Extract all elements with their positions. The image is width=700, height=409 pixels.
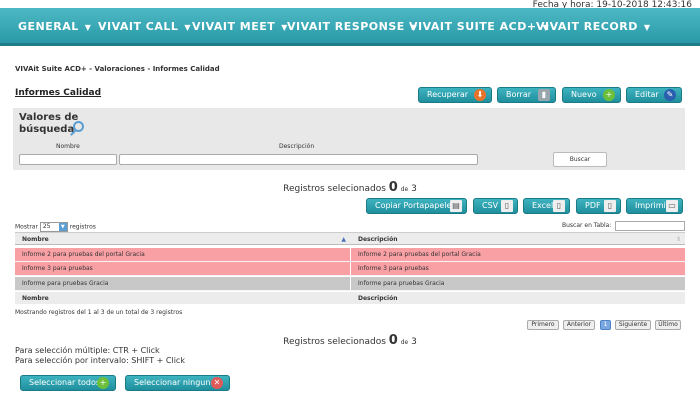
search-panel: Valores de búsqueda Nombre Descripción B… [13,108,685,170]
pagination-last[interactable]: Último [655,320,681,330]
pagination-page-1[interactable]: 1 [600,320,611,330]
nav-vivait-call[interactable]: VIVAIT CALL ▼ [98,20,191,33]
sort-icon: ⇕ [675,236,681,243]
copiar-portapapeles-button[interactable]: Copiar Portapapeles ▤ [366,198,467,214]
table-footer: Nombre Descripción [15,292,685,304]
nav-vivait-response[interactable]: VIVAIT RESPONSE ▼ [287,20,417,33]
breadcrumb: VIVAit Suite ACD+ - Valoraciones - Infor… [15,65,220,73]
cell-descripcion: Informe 2 para pruebas del portal Gracia [351,248,685,261]
nuevo-button[interactable]: Nuevo + [562,87,621,103]
page-length-control: Mostrar 25 ▼ registros [15,222,96,232]
column-header-descripcion[interactable]: Descripción ⇕ [351,233,685,244]
column-header-nombre[interactable]: Nombre ▲ [15,233,350,244]
main-navbar: GENERAL ▼ VIVAIT CALL ▼ VIVAIT MEET ▼ VIVAI… [0,8,700,46]
cell-descripcion: Informe 3 para pruebas [351,262,685,275]
plus-icon: + [97,377,109,389]
csv-file-icon: ▯ [501,200,513,212]
imprimir-button[interactable]: Imprimir ▭ [626,198,683,214]
table-row[interactable]: Informe 2 para pruebas del portal Gracia… [15,248,685,262]
table-search-input[interactable] [615,221,685,231]
nav-vivait-record[interactable]: VIVAIT RECORD ▼ [536,20,650,33]
nombre-input[interactable] [19,154,117,165]
editar-button[interactable]: Editar ✎ [626,87,682,103]
cell-descripcion: Informe para pruebas Gracia [351,277,685,290]
selection-count-top: Registros selecionados 0 de 3 [283,180,417,195]
help-interval-selection: Para selección por intervalo: SHIFT + Cl… [15,356,185,365]
page-length-select[interactable]: 25 ▼ [39,222,68,232]
help-multiple-selection: Para selección múltiple: CTR + Click [15,346,160,355]
clipboard-icon: ▤ [450,200,462,212]
trash-icon: ▮ [538,89,550,101]
descripcion-input[interactable] [119,154,478,165]
seleccionar-todos-button[interactable]: Seleccionar todos + [20,375,116,391]
cell-nombre: Informe 2 para pruebas del portal Gracia [15,248,350,261]
sort-asc-icon: ▲ [341,236,346,243]
chevron-down-icon: ▼ [58,223,67,231]
plus-icon: + [603,89,615,101]
pagination-first[interactable]: Primero [527,320,559,330]
label-nombre: Nombre [56,143,80,150]
nav-vivait-meet[interactable]: VIVAIT MEET ▼ [192,20,288,33]
buscar-button[interactable]: Buscar [553,152,607,167]
seleccionar-ninguno-button[interactable]: Seleccionar ninguno ✕ [125,375,230,391]
excel-file-icon: ▯ [553,200,565,212]
table-search-label: Buscar en Tabla: [562,222,612,229]
caret-down-icon: ▼ [184,23,192,32]
table-info: Mostrando registros del 1 al 3 de un tot… [15,309,183,316]
csv-button[interactable]: CSV ▯ [473,198,518,214]
edit-icon: ✎ [664,89,676,101]
nav-vivait-suite-acd[interactable]: VIVAIT SUITE ACD+ ▼ [409,20,549,33]
nav-general[interactable]: GENERAL ▼ [18,20,91,33]
printer-icon: ▭ [666,200,678,212]
footer-nombre: Nombre [22,295,49,302]
cell-nombre: Informe para pruebas Gracia [15,277,350,290]
table-row[interactable]: Informe 3 para pruebas Informe 3 para pr… [15,262,685,276]
pagination-previous[interactable]: Anterior [563,320,595,330]
table-row[interactable]: Informe para pruebas Gracia Informe para… [15,277,685,291]
download-icon: ⬇ [474,89,486,101]
x-icon: ✕ [211,377,223,389]
borrar-button[interactable]: Borrar ▮ [497,87,556,103]
page-title: Informes Calidad [15,88,102,98]
caret-down-icon: ▼ [643,23,651,32]
pdf-button[interactable]: PDF ▯ [576,198,621,214]
footer-descripcion: Descripción [358,295,398,302]
cell-nombre: Informe 3 para pruebas [15,262,350,275]
pdf-file-icon: ▯ [604,200,616,212]
caret-down-icon: ▼ [84,23,92,32]
recuperar-button[interactable]: Recuperar ⬇ [418,87,492,103]
excel-button[interactable]: Excel ▯ [523,198,570,214]
magnifier-icon [73,121,84,132]
label-descripcion: Descripción [279,143,315,150]
pagination-next[interactable]: Siguiente [615,320,651,330]
table-header: Nombre ▲ Descripción ⇕ [15,232,685,245]
